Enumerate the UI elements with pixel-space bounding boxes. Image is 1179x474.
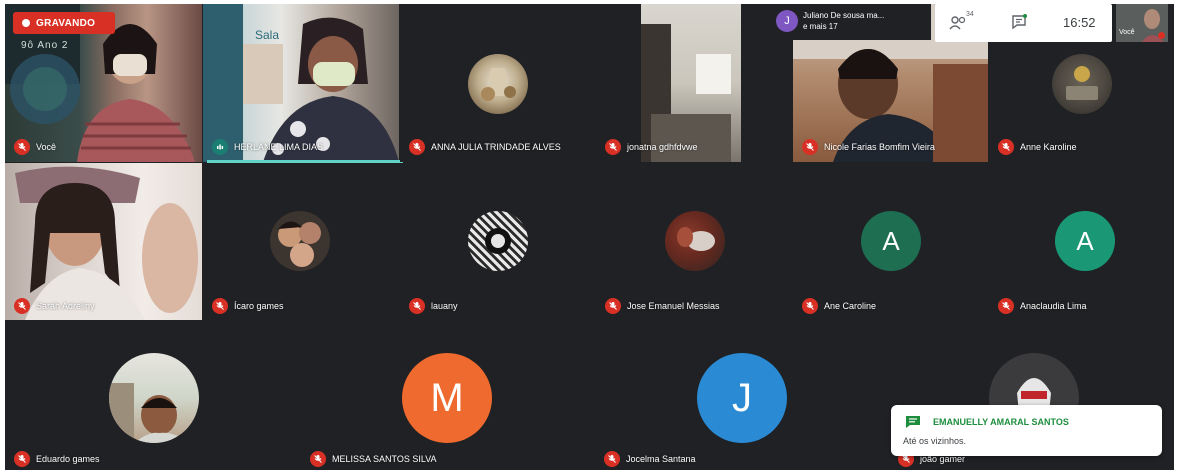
participant-avatar (468, 211, 528, 271)
participant-avatar: M (402, 353, 492, 443)
participant-name: Nicole Farias Bomfim Vieira (824, 142, 935, 152)
participant-name: HERLANE LIMA DIAS (234, 142, 324, 152)
recording-label: GRAVANDO (36, 17, 96, 29)
participant-video (641, 4, 741, 162)
mic-off-icon (802, 298, 818, 314)
chip-name: Juliano De sousa ma... (803, 11, 885, 20)
top-controls: 34 16:52 (935, 4, 1112, 42)
participant-avatar (270, 211, 330, 271)
board-text: 9ô Ano 2 (21, 40, 69, 51)
participant-name: Sarah Adreliny (36, 301, 95, 311)
mic-off-icon (409, 298, 425, 314)
participant-tile[interactable]: A Ane Caroline (793, 163, 988, 320)
participant-tile[interactable]: Sarah Adreliny (5, 163, 202, 320)
participants-preview-chip[interactable]: J Juliano De sousa ma... e mais 17 (773, 4, 931, 40)
participant-avatar (665, 211, 725, 271)
participant-name: MELISSA SANTOS SILVA (332, 454, 437, 464)
participants-count: 34 (966, 11, 974, 18)
recording-dot-icon (22, 19, 30, 27)
mic-off-icon (605, 298, 621, 314)
participant-tile[interactable]: A Anaclaudia Lima (989, 163, 1174, 320)
clock: 16:52 (1063, 15, 1096, 30)
participant-name: jonatna gdhfdvwe (627, 142, 698, 152)
self-mic-off-icon (1158, 32, 1165, 39)
participant-avatar: J (697, 353, 787, 443)
participant-name: ANNA JULIA TRINDADE ALVES (431, 142, 561, 152)
participant-avatar (1052, 54, 1112, 114)
participant-video (5, 163, 202, 320)
participant-name: Jocelma Santana (626, 454, 696, 464)
participant-name: Eduardo games (36, 454, 100, 464)
chat-notification[interactable]: EMANUELLY AMARAL SANTOS Até os vizinhos. (891, 405, 1162, 456)
participant-name: Anaclaudia Lima (1020, 301, 1087, 311)
chat-sender: EMANUELLY AMARAL SANTOS (933, 417, 1069, 427)
participant-tile[interactable]: lauany (400, 163, 595, 320)
mic-off-icon (14, 451, 30, 467)
mic-off-icon (14, 298, 30, 314)
participant-tile[interactable]: M MELISSA SANTOS SILVA (301, 321, 594, 470)
mic-off-icon (310, 451, 326, 467)
chip-more: e mais 17 (803, 22, 838, 31)
mic-off-icon (409, 139, 425, 155)
participant-tile[interactable]: ANNA JULIA TRINDADE ALVES (400, 4, 595, 162)
chat-message: Até os vizinhos. (903, 436, 967, 446)
participant-name: Ícaro games (234, 301, 284, 311)
mic-off-icon (605, 139, 621, 155)
participant-avatar (109, 353, 199, 443)
participant-avatar: A (861, 211, 921, 271)
participant-tile[interactable]: jonatna gdhfdvwe (596, 4, 792, 162)
participant-tile[interactable]: J Jocelma Santana (595, 321, 888, 470)
chat-icon (1012, 14, 1027, 30)
speaking-indicator-icon (212, 139, 228, 155)
mic-off-icon (802, 139, 818, 155)
mic-off-icon (604, 451, 620, 467)
mic-off-icon (998, 298, 1014, 314)
participant-video: Sala (203, 4, 399, 162)
participant-name: Jose Emanuel Messias (627, 301, 720, 311)
chat-button[interactable] (1011, 14, 1031, 32)
participant-avatar (468, 54, 528, 114)
participant-tile[interactable]: Sala HERLANE LIMA DIAS (203, 4, 399, 162)
chip-avatar: J (776, 10, 798, 32)
people-button[interactable]: 34 (949, 11, 979, 33)
mic-off-icon (212, 298, 228, 314)
meet-grid: 9ô Ano 2 GRAVANDO Você Sala HERLANE LIMA… (5, 4, 1174, 470)
participant-tile[interactable]: Ícaro games (203, 163, 399, 320)
participant-name: lauany (431, 301, 458, 311)
self-label: Você (1119, 29, 1135, 36)
self-view-thumbnail[interactable]: Você (1116, 4, 1168, 42)
participant-name: Ane Caroline (824, 301, 877, 311)
mic-off-icon (998, 139, 1014, 155)
mic-off-icon (14, 139, 30, 155)
participant-name: Você (36, 142, 57, 152)
participant-avatar: A (1055, 211, 1115, 271)
recording-badge: GRAVANDO (13, 12, 115, 34)
participant-tile[interactable]: 9ô Ano 2 GRAVANDO Você (5, 4, 202, 162)
participant-name: Anne Karoline (1020, 142, 1077, 152)
participant-tile[interactable]: Eduardo games (5, 321, 300, 470)
chat-message-icon (906, 416, 920, 428)
sala-text: Sala (255, 28, 280, 42)
participant-tile[interactable]: Jose Emanuel Messias (596, 163, 792, 320)
people-icon (949, 16, 966, 30)
